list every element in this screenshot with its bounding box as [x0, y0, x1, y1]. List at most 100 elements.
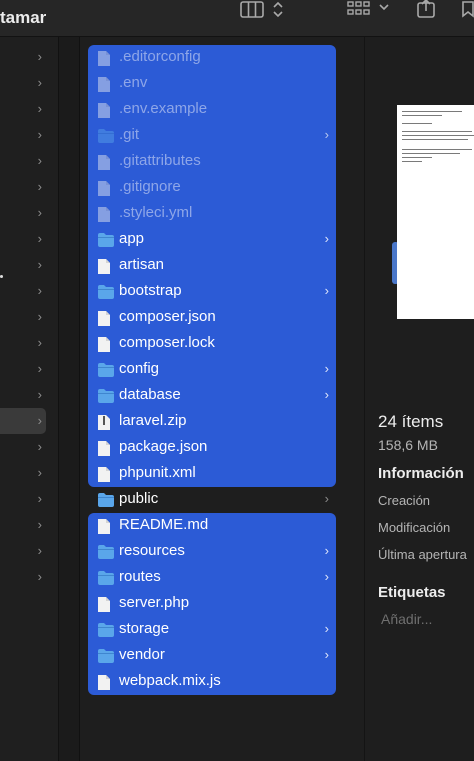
chevron-right-icon: ›	[37, 361, 42, 376]
file-name: routes	[119, 568, 161, 585]
file-row[interactable]: database ›	[88, 383, 336, 409]
document-icon	[97, 310, 113, 327]
parent-row[interactable]: ›	[0, 226, 58, 252]
parent-row[interactable]: ›	[0, 174, 58, 200]
parent-row[interactable]: ›	[0, 122, 58, 148]
toolbar: tamar	[0, 0, 474, 37]
chevron-right-icon: ›	[37, 179, 42, 194]
chevron-right-icon: ›	[324, 127, 329, 142]
spacer-column	[59, 37, 80, 761]
parent-row[interactable]: ›	[0, 486, 58, 512]
chevron-right-icon: ›	[324, 621, 329, 636]
parent-row[interactable]: ›	[0, 148, 58, 174]
file-row[interactable]: vendor ›	[88, 643, 336, 669]
folder-icon	[97, 570, 114, 587]
share-icon[interactable]	[415, 0, 437, 20]
parent-row[interactable]: ›	[0, 70, 58, 96]
file-row[interactable]: routes ›	[88, 565, 336, 591]
document-icon	[97, 258, 113, 275]
file-name: artisan	[119, 256, 165, 273]
tag-icon[interactable]	[462, 0, 474, 20]
chevron-right-icon: ›	[324, 491, 329, 506]
file-row[interactable]: README.md	[88, 513, 336, 539]
file-row[interactable]: .styleci.yml	[88, 201, 336, 227]
chevron-right-icon: ›	[324, 543, 329, 558]
add-tag-input[interactable]: Añadir...	[381, 611, 432, 627]
file-row[interactable]: phpunit.xml	[88, 461, 336, 487]
file-row[interactable]: composer.json	[88, 305, 336, 331]
file-row[interactable]: config ›	[88, 357, 336, 383]
chevron-right-icon: ›	[324, 231, 329, 246]
chevron-right-icon: ›	[37, 439, 42, 454]
folder-icon	[97, 128, 114, 145]
parent-row[interactable]: ›	[0, 278, 58, 304]
chevron-right-icon: ›	[37, 127, 42, 142]
file-row[interactable]: webpack.mix.js	[88, 669, 336, 695]
parent-row[interactable]: ›	[0, 330, 58, 356]
parent-row[interactable]: ›	[0, 382, 58, 408]
chevron-right-icon: ›	[37, 517, 42, 532]
folder-icon	[97, 544, 114, 561]
file-name: config	[119, 360, 160, 377]
file-name: .env.example	[119, 100, 208, 117]
parent-row[interactable]: ›	[0, 434, 58, 460]
file-row[interactable]: package.json	[88, 435, 336, 461]
file-row[interactable]: .gitattributes	[88, 149, 336, 175]
folder-icon	[97, 648, 114, 665]
document-icon	[97, 466, 113, 483]
parent-row[interactable]: ›	[0, 538, 58, 564]
document-icon	[97, 154, 113, 171]
file-name: vendor	[119, 646, 165, 663]
folder-icon	[97, 388, 114, 405]
file-row[interactable]: laravel.zip	[88, 409, 336, 435]
chevron-right-icon: ›	[37, 205, 42, 220]
file-row[interactable]: app ›	[88, 227, 336, 253]
chevron-right-icon: ›	[324, 647, 329, 662]
document-icon	[97, 336, 113, 353]
column-view-icon[interactable]	[240, 0, 264, 20]
file-row[interactable]: composer.lock	[88, 331, 336, 357]
document-icon	[97, 50, 113, 67]
parent-row[interactable]: ›	[0, 304, 58, 330]
grid-view-icon[interactable]	[347, 0, 371, 20]
parent-row[interactable]: ›	[0, 252, 58, 278]
file-name: .editorconfig	[119, 48, 201, 65]
file-row[interactable]: server.php	[88, 591, 336, 617]
modified-label: Modificación	[378, 520, 451, 535]
chevron-down-icon[interactable]	[378, 0, 390, 20]
stepper-icon[interactable]	[271, 0, 285, 20]
parent-row[interactable]: ›	[0, 44, 58, 70]
file-row[interactable]: .editorconfig	[88, 45, 336, 71]
file-row[interactable]: .git ›	[88, 123, 336, 149]
created-label: Creación	[378, 493, 431, 508]
parent-row[interactable]: ›	[0, 200, 58, 226]
parent-row[interactable]: ›	[0, 512, 58, 538]
parent-row-selected[interactable]: ›	[0, 408, 46, 434]
file-name: webpack.mix.js	[119, 672, 221, 689]
file-name: resources	[119, 542, 185, 559]
file-name: storage	[119, 620, 170, 637]
chevron-right-icon: ›	[37, 465, 42, 480]
parent-row[interactable]: ›	[0, 96, 58, 122]
file-row[interactable]: artisan	[88, 253, 336, 279]
parent-row[interactable]: ›	[0, 460, 58, 486]
chevron-right-icon: ›	[324, 361, 329, 376]
chevron-right-icon: ›	[37, 569, 42, 584]
file-row[interactable]: public ›	[88, 487, 336, 513]
chevron-right-icon: ›	[324, 387, 329, 402]
file-row[interactable]: bootstrap ›	[88, 279, 336, 305]
parent-row[interactable]: ›	[0, 356, 58, 382]
folder-icon	[97, 622, 114, 639]
file-row[interactable]: .env.example	[88, 97, 336, 123]
file-name: .gitattributes	[119, 152, 201, 169]
file-row[interactable]: .gitignore	[88, 175, 336, 201]
folder-icon	[97, 284, 114, 301]
file-name: app	[119, 230, 145, 247]
item-count: 24 ítems	[378, 412, 444, 431]
parent-row[interactable]: ›	[0, 564, 58, 590]
file-name: public	[119, 490, 159, 507]
file-row[interactable]: .env	[88, 71, 336, 97]
file-row[interactable]: resources ›	[88, 539, 336, 565]
file-name: README.md	[119, 516, 209, 533]
file-row[interactable]: storage ›	[88, 617, 336, 643]
